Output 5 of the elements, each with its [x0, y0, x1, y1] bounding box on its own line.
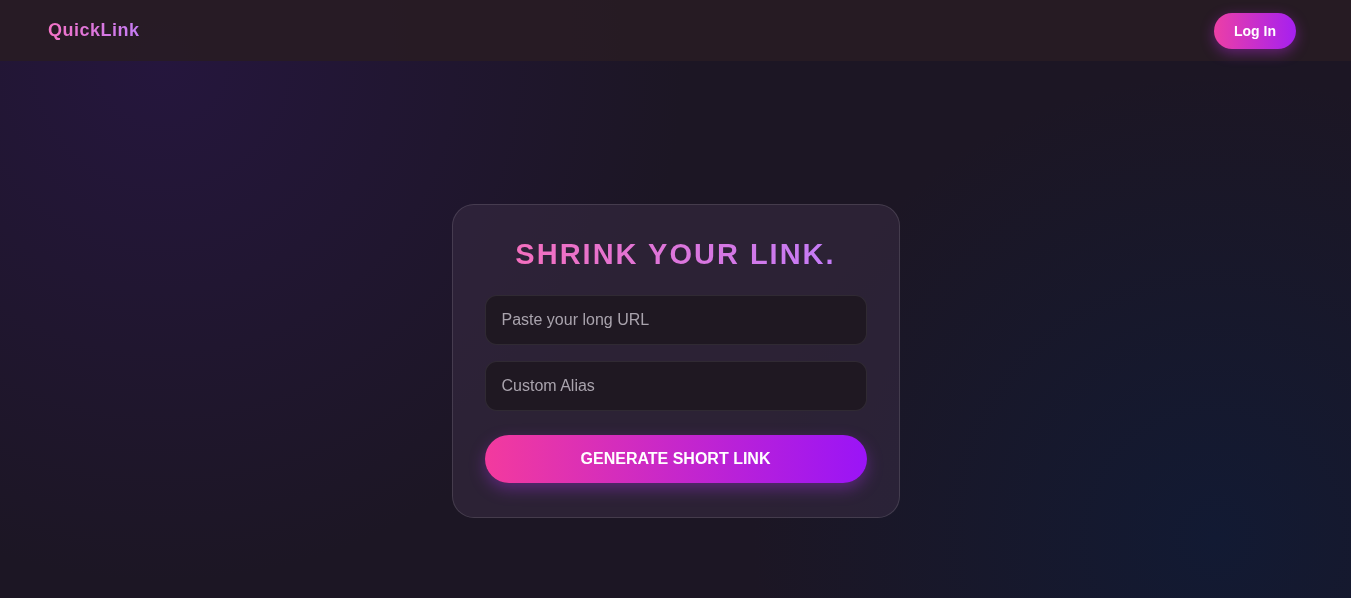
generate-button[interactable]: GENERATE SHORT LINK — [484, 435, 867, 483]
login-button[interactable]: Log In — [1214, 12, 1296, 49]
url-field[interactable]: Paste your long URL — [484, 295, 867, 345]
alias-field[interactable]: Custom Alias — [484, 361, 867, 411]
logo[interactable]: QuickLink — [48, 20, 140, 41]
